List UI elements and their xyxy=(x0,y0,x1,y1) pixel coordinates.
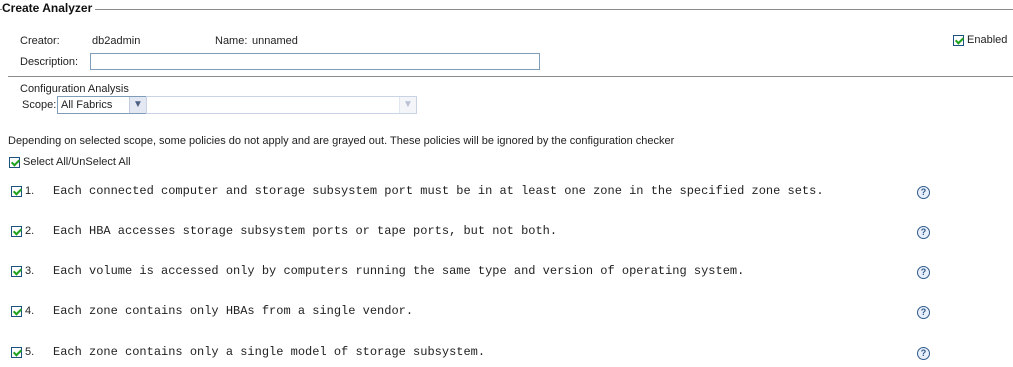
policy-row-4: 4. Each zone contains only HBAs from a s… xyxy=(0,304,1013,320)
config-title: Configuration Analysis xyxy=(20,83,129,95)
help-icon[interactable]: ? xyxy=(917,266,930,279)
scope-note: Depending on selected scope, some polici… xyxy=(8,135,675,147)
policy-text: Each connected computer and storage subs… xyxy=(53,184,824,198)
scope-value: All Fabrics xyxy=(61,99,113,111)
policy-number: 5. xyxy=(25,346,35,358)
select-all-label: Select All/UnSelect All xyxy=(23,156,131,168)
checkmark-icon xyxy=(9,157,20,168)
chevron-down-icon[interactable]: ▼ xyxy=(129,97,146,113)
help-icon[interactable]: ? xyxy=(917,306,930,319)
policy-number: 2. xyxy=(25,225,35,237)
name-label: Name: xyxy=(215,35,248,47)
description-input[interactable] xyxy=(90,53,540,70)
scope-label: Scope: xyxy=(22,99,57,111)
checkmark-icon[interactable] xyxy=(11,306,22,317)
policy-row-3: 3. Each volume is accessed only by compu… xyxy=(0,264,1013,280)
enabled-label: Enabled xyxy=(967,34,1008,46)
checkmark-icon[interactable] xyxy=(11,347,22,358)
select-all-checkbox[interactable]: Select All/UnSelect All xyxy=(9,156,169,170)
policy-text: Each HBA accesses storage subsystem port… xyxy=(53,224,558,238)
checkmark-icon xyxy=(953,35,964,46)
chevron-down-icon: ▼ xyxy=(399,97,416,113)
help-icon[interactable]: ? xyxy=(917,226,930,239)
scope-select[interactable]: All Fabrics ▼ xyxy=(57,96,147,114)
creator-label: Creator: xyxy=(20,35,60,47)
checkmark-icon[interactable] xyxy=(11,266,22,277)
policy-text: Each volume is accessed only by computer… xyxy=(53,264,745,278)
group-title: Create Analyzer xyxy=(2,1,96,15)
policy-row-2: 2. Each HBA accesses storage subsystem p… xyxy=(0,224,1013,240)
creator-value: db2admin xyxy=(92,35,141,47)
help-icon[interactable]: ? xyxy=(917,347,930,360)
policy-number: 4. xyxy=(25,305,35,317)
description-label: Description: xyxy=(20,56,79,68)
group-border-top xyxy=(0,9,1013,10)
name-value: unnamed xyxy=(252,35,298,47)
policy-number: 3. xyxy=(25,265,35,277)
section-divider xyxy=(8,76,1013,77)
help-icon[interactable]: ? xyxy=(917,186,930,199)
policy-row-5: 5. Each zone contains only a single mode… xyxy=(0,345,1013,361)
policy-text: Each zone contains only a single model o… xyxy=(53,345,486,359)
secondary-select[interactable]: ▼ xyxy=(146,96,417,114)
policy-number: 1. xyxy=(25,185,35,197)
enabled-checkbox[interactable]: Enabled xyxy=(953,34,1011,48)
policy-row-1: 1. Each connected computer and storage s… xyxy=(0,184,1013,200)
checkmark-icon[interactable] xyxy=(11,186,22,197)
policy-text: Each zone contains only HBAs from a sing… xyxy=(53,304,414,318)
checkmark-icon[interactable] xyxy=(11,226,22,237)
